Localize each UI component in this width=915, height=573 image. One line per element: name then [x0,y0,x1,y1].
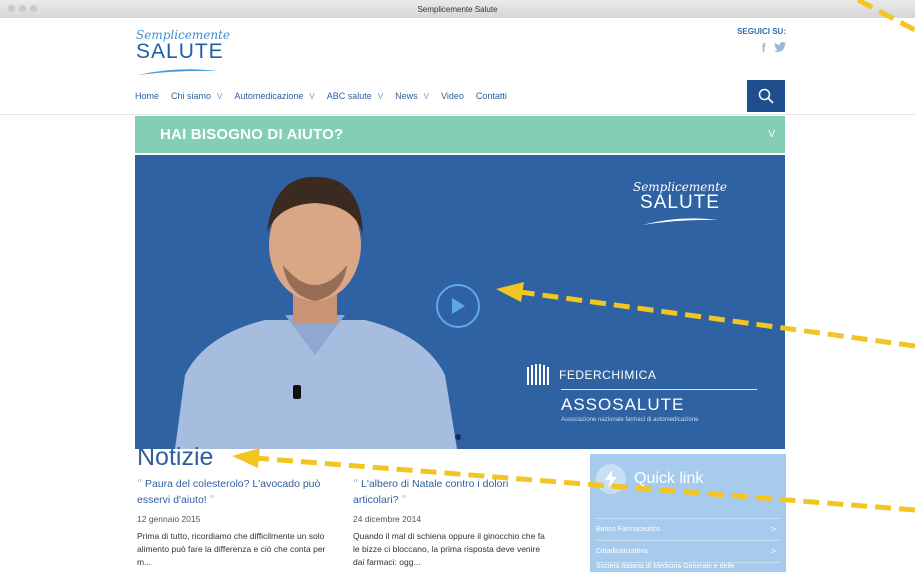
twitter-icon[interactable] [774,41,786,55]
window-titlebar: Semplicemente Salute [0,0,915,19]
help-accordion-label: HAI BISOGNO DI AIUTO? [160,126,344,143]
nav-item-label: Video [441,91,464,101]
chevron-right-icon: > [770,546,776,556]
close-window-button[interactable] [8,5,15,12]
nav-item-video[interactable]: Video [441,91,464,101]
brand-name: ASSOSALUTE [561,395,685,414]
quick-link-label: Banco Farmaceutico [596,525,661,533]
news-excerpt: Prima di tutto, ricordiamo che difficilm… [137,531,326,567]
presenter-image [175,176,457,449]
logo-swoosh-icon [138,69,218,75]
nav-item-contatti[interactable]: Contatti [476,91,507,101]
news-title-text: L'albero di Natale contro i dolori artic… [353,478,509,506]
help-accordion[interactable]: HAI BISOGNO DI AIUTO? V [135,116,785,153]
social-label: SEGUICI SU: [737,27,786,36]
maximize-window-button[interactable] [30,5,37,12]
nav-item-home[interactable]: Home [135,91,159,101]
play-button[interactable] [436,284,480,328]
federchimica-branding: FEDERCHIMICA ASSOSALUTE Associazione naz… [523,363,763,423]
header-divider [0,114,915,115]
quick-links-title: Quick link [634,470,704,487]
quick-link-simg[interactable]: Società Italiana di Medicina Generale e … [596,562,780,573]
news-item[interactable]: " L'albero di Natale contro i dolori art… [353,476,548,569]
quote-open-icon: " [353,477,359,490]
nav-item-automedicazione[interactable]: Automedicazione V [234,91,314,101]
news-item[interactable]: " Paura del colesterolo? L'avocado può e… [137,476,332,569]
quick-link-label: Società Italiana di Medicina Generale e … [596,563,735,570]
chevron-down-icon: V [309,91,315,101]
partner-name: FEDERCHIMICA [559,368,657,382]
quote-close-icon: " [209,493,215,506]
brand-subtitle: Associazione nazionale farmaci di autome… [561,417,699,423]
nav-item-chi-siamo[interactable]: Chi siamo V [171,91,222,101]
chevron-down-icon: V [217,91,223,101]
quote-close-icon: " [401,493,407,506]
nav-item-label: News [395,91,418,101]
social-links: SEGUICI SU: f [728,27,786,55]
hero-video[interactable]: Semplicemente SALUTE FEDERCHIMICA ASSOSA… [135,155,785,449]
site-logo[interactable]: Semplicemente SALUTE [136,28,246,78]
hero-logo-main: SALUTE [640,192,720,213]
news-heading: Notizie [137,443,214,471]
chevron-down-icon: V [377,91,384,101]
branding-divider [561,389,757,390]
main-nav: Home Chi siamo V Automedicazione V ABC sal… [135,80,785,112]
news-excerpt: Quando il mal di schiena oppure il ginoc… [353,531,545,567]
search-icon [758,88,774,104]
nav-item-label: Contatti [475,91,507,101]
nav-item-news[interactable]: News V [395,91,429,101]
window-title: Semplicemente Salute [417,4,498,14]
quote-open-icon: " [137,477,143,490]
play-icon [452,298,465,314]
quick-link-banco-farmaceutico[interactable]: Banco Farmaceutico > [596,518,780,539]
facebook-icon[interactable]: f [762,41,766,55]
window-controls [8,5,37,12]
news-title[interactable]: " Paura del colesterolo? L'avocado può e… [137,476,332,508]
chevron-down-icon: V [423,91,429,101]
search-button[interactable] [747,80,785,112]
logo-main-text: SALUTE [136,40,224,63]
chevron-right-icon: > [770,524,776,534]
minimize-window-button[interactable] [19,5,26,12]
hero-swoosh-icon [642,218,718,225]
carousel-dot[interactable] [455,434,461,440]
nav-item-label: Chi siamo [171,91,212,101]
nav-item-label: Home [135,91,160,101]
hero-logo: Semplicemente SALUTE [625,180,735,232]
lightning-icon [596,464,626,494]
nav-item-label: ABC salute [326,91,372,101]
news-title-text: Paura del colesterolo? L'avocado può ess… [137,478,321,506]
nav-item-label: Automedicazione [234,91,304,101]
nav-item-abc-salute[interactable]: ABC salute V [327,91,383,101]
news-date: 12 gennaio 2015 [137,514,201,524]
chevron-down-icon: V [768,129,775,140]
news-date: 24 dicembre 2014 [353,514,422,524]
quick-link-label: Cittadinanzattiva [596,547,648,555]
federchimica-emblem-icon [527,364,549,385]
web-page: Semplicemente SALUTE SEGUICI SU: f Home … [0,18,915,572]
news-title[interactable]: " L'albero di Natale contro i dolori art… [353,476,548,508]
quick-link-cittadinanzattiva[interactable]: Cittadinanzattiva > [596,540,780,561]
